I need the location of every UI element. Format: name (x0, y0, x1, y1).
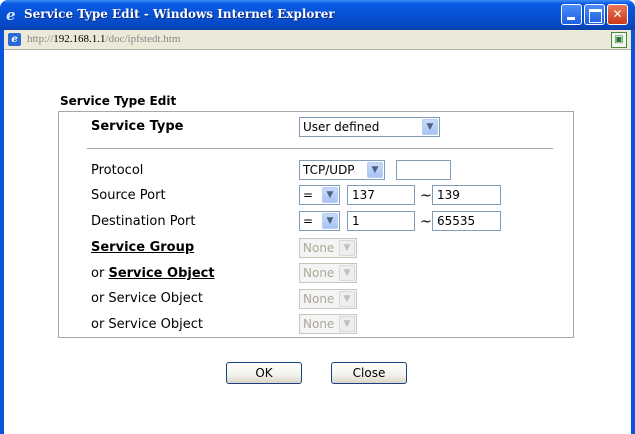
close-button[interactable]: Close (331, 362, 407, 384)
service-object-1-label: or Service Object (91, 266, 215, 281)
chevron-down-icon: ▼ (367, 162, 383, 178)
protocol-value: TCP/UDP (303, 163, 355, 177)
close-window-button[interactable]: ✕ (607, 4, 628, 25)
service-type-value: User defined (303, 120, 380, 134)
destination-port-end-input[interactable]: 65535 (432, 211, 501, 231)
chevron-down-icon: ▼ (339, 291, 355, 307)
page-icon: e (8, 33, 21, 46)
protocol-number-input[interactable] (396, 160, 451, 180)
protocol-label: Protocol (91, 163, 144, 178)
service-object-3-label: or Service Object (91, 317, 203, 332)
service-object-3-select: None ▼ (299, 314, 357, 334)
chevron-down-icon: ▼ (322, 187, 338, 203)
or-prefix: or (91, 266, 105, 281)
protocol-select[interactable]: TCP/UDP ▼ (299, 160, 385, 180)
chevron-down-icon: ▼ (339, 240, 355, 256)
dest-op-value: = (303, 214, 314, 228)
source-port-operator-select[interactable]: = ▼ (299, 185, 340, 205)
chevron-down-icon: ▼ (339, 265, 355, 281)
title-bar[interactable]: e Service Type Edit - Windows Internet E… (0, 0, 635, 30)
source-port-start-input[interactable]: 137 (347, 185, 415, 205)
service-group-value: None (303, 241, 335, 255)
service-object-1-value: None (303, 266, 335, 280)
page-content: Service Type Edit Service Type User defi… (4, 50, 631, 434)
window-title: Service Type Edit - Windows Internet Exp… (24, 7, 335, 21)
range-tilde: ~ (420, 214, 432, 230)
ok-button[interactable]: OK (226, 362, 302, 384)
service-group-select: None ▼ (299, 238, 357, 258)
service-type-label: Service Type (91, 119, 184, 134)
service-type-form: Service Type User defined ▼ Protocol TCP… (58, 111, 574, 338)
service-object-link[interactable]: Service Object (108, 266, 214, 281)
destination-port-start-input[interactable]: 1 (347, 211, 415, 231)
ie-icon: e (6, 6, 16, 24)
chevron-down-icon: ▼ (339, 316, 355, 332)
source-port-label: Source Port (91, 188, 166, 203)
service-object-2-label: or Service Object (91, 291, 203, 306)
service-object-1-select: None ▼ (299, 263, 357, 283)
service-group-link-text[interactable]: Service Group (91, 240, 194, 255)
minimize-button[interactable] (561, 4, 582, 25)
service-object-3-value: None (303, 317, 335, 331)
service-group-link[interactable]: Service Group (91, 240, 194, 255)
browser-window: e Service Type Edit - Windows Internet E… (0, 0, 635, 434)
chevron-down-icon: ▼ (422, 119, 438, 135)
range-tilde: ~ (420, 188, 432, 204)
compat-view-icon[interactable]: ▣ (611, 32, 627, 48)
service-object-2-select: None ▼ (299, 289, 357, 309)
destination-port-operator-select[interactable]: = ▼ (299, 211, 340, 231)
address-bar[interactable]: e http://192.168.1.1/doc/ipfstedt.htm ▣ (4, 30, 631, 50)
source-op-value: = (303, 188, 314, 202)
service-type-select[interactable]: User defined ▼ (299, 117, 440, 137)
address-url[interactable]: http://192.168.1.1/doc/ipfstedt.htm (27, 33, 180, 45)
section-title: Service Type Edit (60, 94, 177, 108)
service-object-2-value: None (303, 292, 335, 306)
source-port-end-input[interactable]: 139 (432, 185, 501, 205)
destination-port-label: Destination Port (91, 214, 196, 229)
chevron-down-icon: ▼ (322, 213, 338, 229)
divider (87, 148, 553, 149)
maximize-button[interactable] (584, 4, 605, 25)
